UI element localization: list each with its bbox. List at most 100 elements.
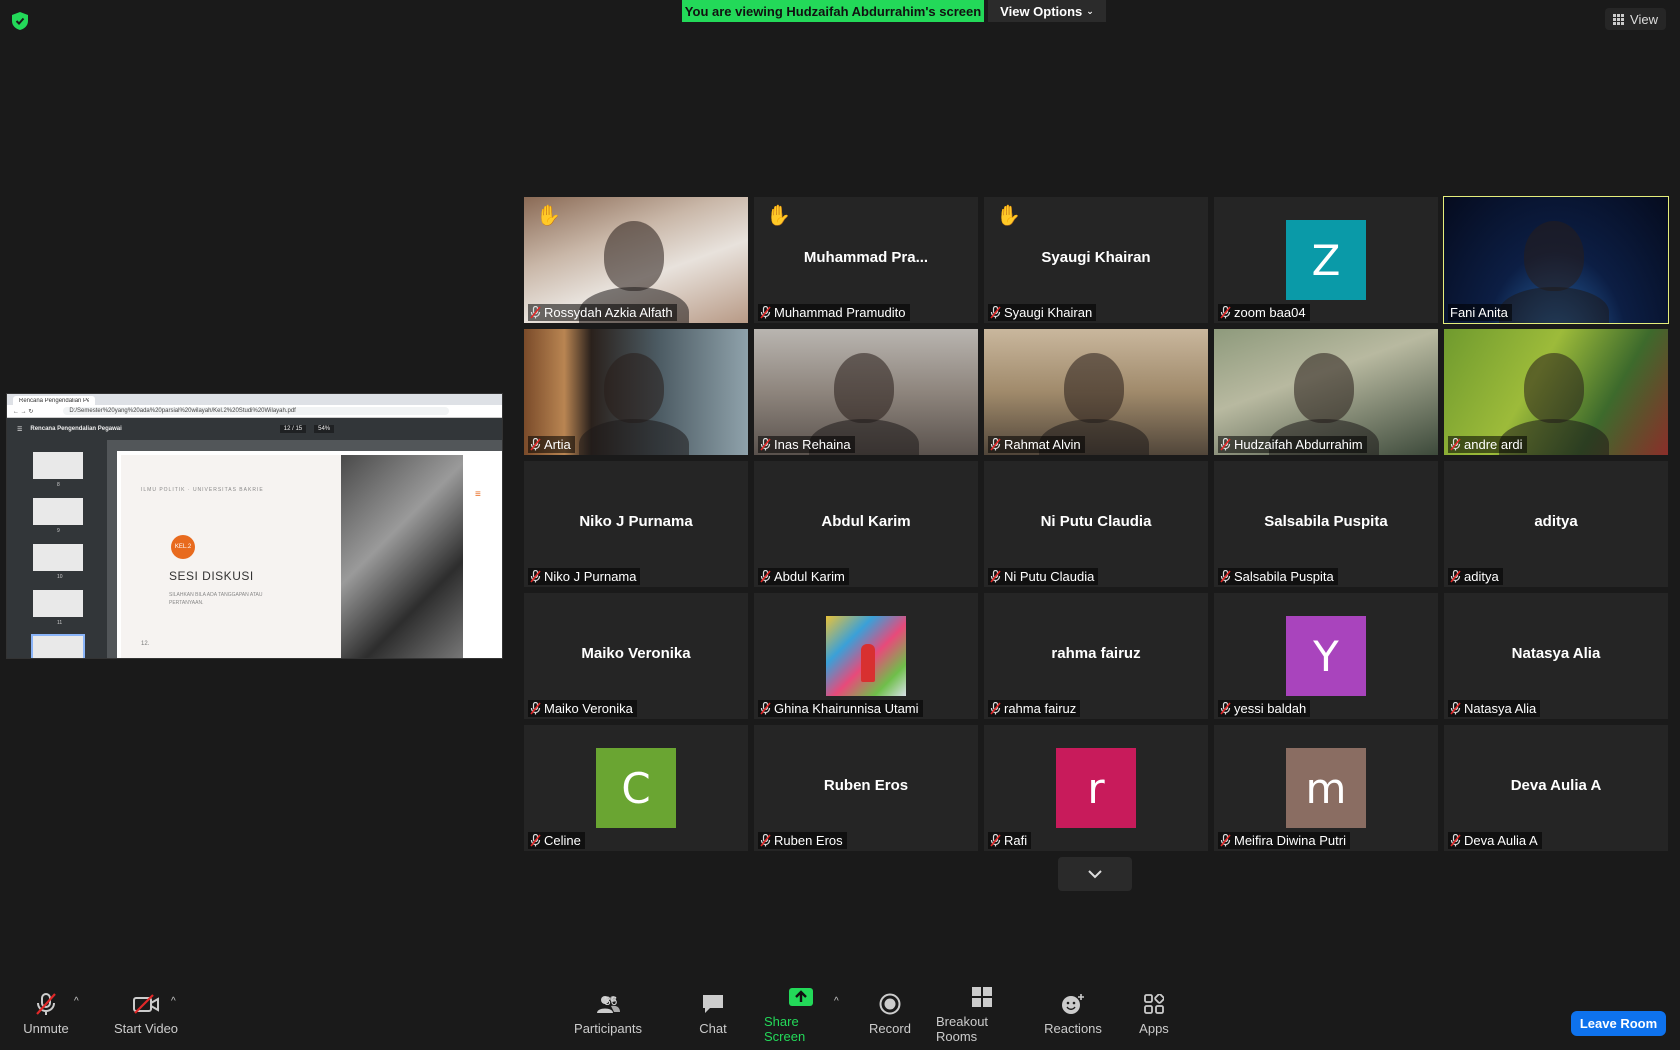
avatar: Z: [1286, 220, 1366, 300]
participant-tile[interactable]: ✋ Rossydah Azkia Alfath: [524, 197, 748, 323]
participant-tile[interactable]: Muhammad Pra... ✋ Muhammad Pramudito: [754, 197, 978, 323]
participant-display-name: Ruben Eros: [823, 777, 909, 794]
participant-tile[interactable]: Niko J Purnama Niko J Purnama: [524, 461, 748, 587]
view-layout-button[interactable]: View: [1605, 8, 1666, 30]
participant-name-label: Muhammad Pramudito: [758, 304, 910, 321]
zoom-level: 54%: [314, 425, 335, 433]
participant-tile[interactable]: Salsabila Puspita Salsabila Puspita: [1214, 461, 1438, 587]
participant-tile[interactable]: Abdul Karim Abdul Karim: [754, 461, 978, 587]
chat-button[interactable]: Chat: [690, 978, 736, 1050]
participant-tile[interactable]: Inas Rehaina: [754, 329, 978, 455]
participant-tile[interactable]: r Rafi: [984, 725, 1208, 851]
participant-name: andre ardi: [1464, 437, 1523, 452]
start-video-button[interactable]: Start Video: [106, 978, 186, 1050]
muted-mic-icon: [530, 438, 541, 451]
participant-display-name: rahma fairuz: [1051, 645, 1141, 662]
view-options-button[interactable]: View Options ⌄: [988, 0, 1106, 22]
participant-tile[interactable]: Syaugi Khairan ✋ Syaugi Khairan: [984, 197, 1208, 323]
next-page-button[interactable]: [1058, 857, 1132, 891]
share-options-caret[interactable]: ^: [834, 996, 839, 1007]
participant-name-label: aditya: [1448, 568, 1503, 585]
muted-mic-icon: [990, 438, 1001, 451]
browser-tab-title: Rencana Pengendalian Pegawai: [19, 397, 89, 404]
breakout-rooms-button[interactable]: Breakout Rooms: [936, 978, 1028, 1050]
leave-room-button[interactable]: Leave Room: [1571, 1011, 1666, 1036]
participant-tile[interactable]: C Celine: [524, 725, 748, 851]
muted-mic-icon: [760, 570, 771, 583]
participant-tile[interactable]: Deva Aulia A Deva Aulia A: [1444, 725, 1668, 851]
thumbnail: [33, 590, 83, 617]
participant-tile[interactable]: aditya aditya: [1444, 461, 1668, 587]
avatar: C: [596, 748, 676, 828]
shared-screen[interactable]: Rencana Pengendalian Pegawai ← → ↻ D:/Se…: [6, 393, 503, 659]
pdf-body: 8 9 10 11 ILMU POLITIK · UNIVERSITAS BAK…: [7, 440, 502, 658]
participant-name-label: Ghina Khairunnisa Utami: [758, 700, 923, 717]
thumbnail-selected: [31, 634, 85, 658]
participant-tile[interactable]: Hudzaifah Abdurrahim: [1214, 329, 1438, 455]
thumbnail-number: 10: [57, 574, 63, 580]
participant-tile[interactable]: andre ardi: [1444, 329, 1668, 455]
participant-tile[interactable]: Zzoom baa04: [1214, 197, 1438, 323]
avatar: Y: [1286, 616, 1366, 696]
thumbnail: [33, 452, 83, 479]
reactions-button[interactable]: Reactions: [1044, 978, 1102, 1050]
muted-mic-icon: [1220, 702, 1231, 715]
record-label: Record: [869, 1021, 911, 1036]
participant-tile[interactable]: Ni Putu Claudia Ni Putu Claudia: [984, 461, 1208, 587]
participant-display-name: Muhammad Pra...: [803, 249, 929, 266]
participants-count: 36: [604, 994, 618, 1008]
participant-tile[interactable]: Rahmat Alvin: [984, 329, 1208, 455]
share-screen-button[interactable]: Share Screen: [764, 978, 838, 1050]
muted-mic-icon: [990, 570, 1001, 583]
grid-view-icon: [1613, 13, 1625, 25]
participant-tile[interactable]: rahma fairuz rahma fairuz: [984, 593, 1208, 719]
apps-icon: [1144, 994, 1164, 1014]
muted-mic-icon: [990, 702, 1001, 715]
audio-options-caret[interactable]: ^: [74, 996, 79, 1007]
participant-tile[interactable]: Ghina Khairunnisa Utami: [754, 593, 978, 719]
security-shield-icon[interactable]: [12, 12, 28, 30]
participant-tile[interactable]: Fani Anita: [1443, 196, 1669, 324]
participant-display-name: aditya: [1534, 513, 1578, 530]
participant-name: Fani Anita: [1450, 305, 1508, 320]
chevron-down-icon: [1088, 870, 1102, 879]
participant-tile[interactable]: Ruben Eros Ruben Eros: [754, 725, 978, 851]
participant-name: Ghina Khairunnisa Utami: [774, 701, 919, 716]
participants-button[interactable]: 36 Participants: [574, 978, 642, 1050]
slide-subtitle: SILAHKAN BILA ADA TANGGAPAN ATAU PERTANY…: [169, 592, 263, 606]
apps-button[interactable]: Apps: [1138, 978, 1170, 1050]
participant-name-label: Rahmat Alvin: [988, 436, 1085, 453]
participant-name: zoom baa04: [1234, 305, 1306, 320]
participant-tile[interactable]: Maiko Veronika Maiko Veronika: [524, 593, 748, 719]
muted-mic-icon: [1220, 834, 1231, 847]
participant-tile[interactable]: Yyessi baldah: [1214, 593, 1438, 719]
participant-name: Syaugi Khairan: [1004, 305, 1093, 320]
reactions-icon: [1062, 994, 1084, 1014]
participant-silhouette: [604, 221, 664, 291]
participant-name: Natasya Alia: [1464, 701, 1537, 716]
browser-url-bar: ← → ↻ D:/Semester%20yang%20ada%20parsial…: [7, 405, 502, 418]
view-label: View: [1630, 11, 1658, 27]
muted-mic-icon: [760, 834, 771, 847]
muted-mic-icon: [1450, 702, 1461, 715]
video-camera-off-icon: [133, 994, 159, 1014]
video-options-caret[interactable]: ^: [171, 996, 176, 1007]
participant-name: Ruben Eros: [774, 833, 843, 848]
participant-tile[interactable]: m Meifira Diwina Putri: [1214, 725, 1438, 851]
participant-silhouette: [1294, 353, 1354, 423]
participant-tile[interactable]: Natasya Alia Natasya Alia: [1444, 593, 1668, 719]
raised-hand-icon: ✋: [766, 203, 791, 227]
participant-name: Meifira Diwina Putri: [1234, 833, 1346, 848]
breakout-rooms-label: Breakout Rooms: [936, 1013, 989, 1044]
participant-name-label: Natasya Alia: [1448, 700, 1541, 717]
record-button[interactable]: Record: [866, 978, 914, 1050]
pdf-slide: ILMU POLITIK · UNIVERSITAS BAKRIE KEL.2 …: [117, 451, 502, 658]
participant-tile[interactable]: Artia: [524, 329, 748, 455]
unmute-button[interactable]: Unmute: [20, 978, 72, 1050]
browser-tab[interactable]: Rencana Pengendalian Pegawai: [13, 396, 95, 405]
muted-mic-icon: [990, 306, 1001, 319]
muted-mic-icon: [1220, 438, 1231, 451]
reactions-label: Reactions: [1044, 1021, 1102, 1036]
participant-name-label: Salsabila Puspita: [1218, 568, 1338, 585]
url-field: D:/Semester%20yang%20ada%20parsial%20wil…: [63, 407, 450, 415]
